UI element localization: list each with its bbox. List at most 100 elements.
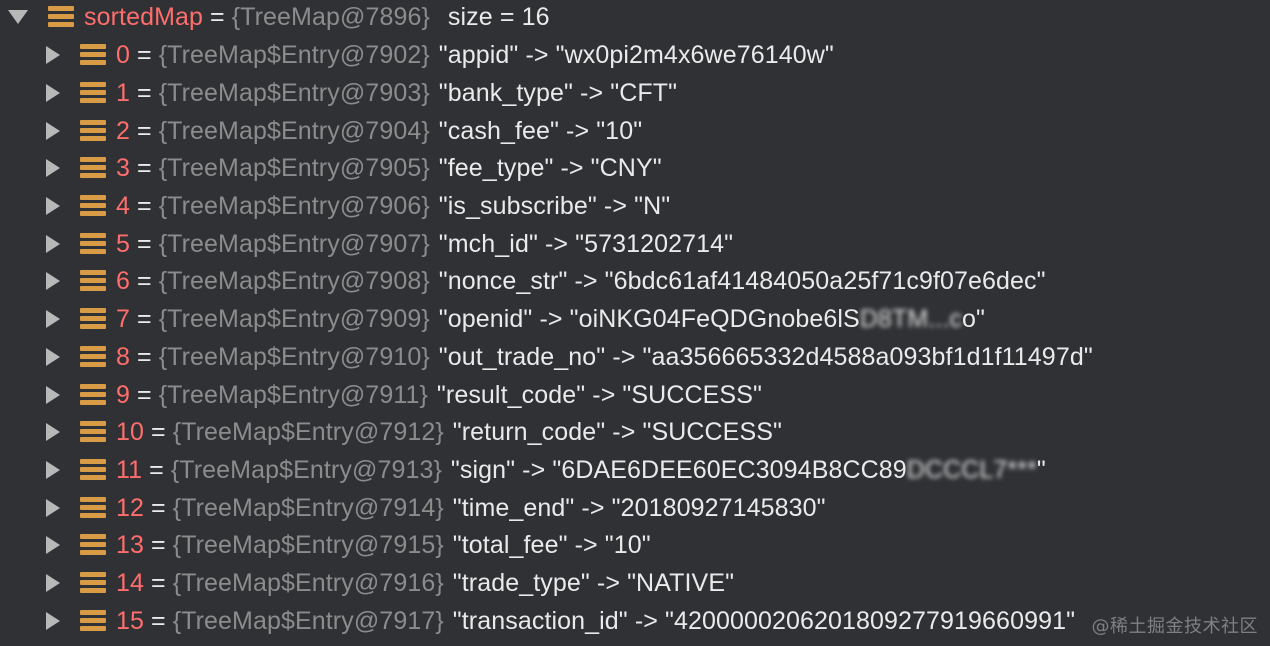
- field-stack-icon: [80, 610, 106, 632]
- blurred-value-segment: D8TM...c: [859, 304, 963, 333]
- tree-entry-row-6[interactable]: 6 = {TreeMap$Entry@7908} "nonce_str" -> …: [0, 262, 1046, 300]
- tree-entry-row-3[interactable]: 3 = {TreeMap$Entry@7905} "fee_type" -> "…: [0, 149, 662, 187]
- field-stack-icon: [80, 572, 106, 594]
- tree-entry-row-4[interactable]: 4 = {TreeMap$Entry@7906} "is_subscribe" …: [0, 187, 670, 225]
- field-stack-icon: [80, 44, 106, 66]
- entry-value: "result_code" -> "SUCCESS": [436, 380, 762, 409]
- field-stack-icon: [80, 497, 106, 519]
- equals-sign: =: [137, 78, 152, 107]
- field-stack-icon: [80, 82, 106, 104]
- triangle-right-icon[interactable]: [46, 159, 60, 177]
- triangle-right-icon[interactable]: [46, 423, 60, 441]
- entry-index: 8: [116, 342, 131, 371]
- triangle-right-icon[interactable]: [46, 461, 60, 479]
- equals-sign: =: [137, 40, 152, 69]
- entry-object-ref: {TreeMap$Entry@7914}: [172, 493, 444, 522]
- triangle-right-icon[interactable]: [46, 536, 60, 554]
- triangle-right-icon[interactable]: [46, 46, 60, 64]
- entry-object-ref: {TreeMap$Entry@7903}: [158, 78, 430, 107]
- entry-index: 6: [116, 266, 131, 295]
- equals-sign: =: [137, 342, 152, 371]
- entry-object-ref: {TreeMap$Entry@7910}: [158, 342, 430, 371]
- field-stack-icon: [80, 270, 106, 292]
- entry-index: 12: [116, 493, 145, 522]
- entry-index: 13: [116, 530, 145, 559]
- entry-index: 15: [116, 606, 145, 635]
- entry-value: "cash_fee" -> "10": [438, 116, 643, 145]
- triangle-right-icon[interactable]: [46, 499, 60, 517]
- tree-entry-row-9[interactable]: 9 = {TreeMap$Entry@7911} "result_code" -…: [0, 376, 762, 414]
- field-stack-icon: [48, 6, 74, 28]
- field-stack-icon: [80, 195, 106, 217]
- tree-entry-row-0[interactable]: 0 = {TreeMap$Entry@7902} "appid" -> "wx0…: [0, 36, 834, 74]
- entry-value: "bank_type" -> "CFT": [438, 78, 678, 107]
- equals-sign: =: [137, 191, 152, 220]
- entry-index: 5: [116, 229, 131, 258]
- tree-entry-row-1[interactable]: 1 = {TreeMap$Entry@7903} "bank_type" -> …: [0, 74, 677, 112]
- triangle-down-icon[interactable]: [8, 10, 28, 24]
- tree-root-row[interactable]: sortedMap = {TreeMap@7896} size = 16: [0, 0, 550, 36]
- triangle-right-icon[interactable]: [46, 84, 60, 102]
- triangle-right-icon[interactable]: [46, 348, 60, 366]
- root-object-type: {TreeMap@7896}: [231, 2, 430, 31]
- triangle-right-icon[interactable]: [46, 574, 60, 592]
- entry-value: "nonce_str" -> "6bdc61af41484050a25f71c9…: [438, 266, 1046, 295]
- equals-sign: =: [137, 380, 152, 409]
- entry-object-ref: {TreeMap$Entry@7902}: [158, 40, 430, 69]
- equals-sign: =: [137, 229, 152, 258]
- root-size: size = 16: [447, 2, 550, 31]
- tree-entry-row-12[interactable]: 12 = {TreeMap$Entry@7914} "time_end" -> …: [0, 489, 826, 527]
- entry-index: 7: [116, 304, 131, 333]
- entry-index: 3: [116, 153, 131, 182]
- entry-object-ref: {TreeMap$Entry@7917}: [172, 606, 444, 635]
- entry-value: "fee_type" -> "CNY": [438, 153, 662, 182]
- tree-entry-row-5[interactable]: 5 = {TreeMap$Entry@7907} "mch_id" -> "57…: [0, 225, 733, 263]
- equals-sign: =: [137, 153, 152, 182]
- entry-index: 4: [116, 191, 131, 220]
- entry-value: "time_end" -> "20180927145830": [452, 493, 826, 522]
- debugger-variables-panel: sortedMap = {TreeMap@7896} size = 16 0 =…: [0, 0, 1270, 646]
- tree-entry-row-2[interactable]: 2 = {TreeMap$Entry@7904} "cash_fee" -> "…: [0, 112, 642, 150]
- field-stack-icon: [80, 120, 106, 142]
- entry-value: "is_subscribe" -> "N": [438, 191, 671, 220]
- triangle-right-icon[interactable]: [46, 310, 60, 328]
- entry-index: 9: [116, 380, 131, 409]
- equals-sign: =: [137, 116, 152, 145]
- watermark-text: @稀土掘金技术社区: [1091, 616, 1258, 637]
- equals-sign: =: [149, 455, 164, 484]
- triangle-right-icon[interactable]: [46, 386, 60, 404]
- entry-value: "total_fee" -> "10": [452, 530, 651, 559]
- equals-sign: =: [151, 417, 166, 446]
- tree-entry-row-8[interactable]: 8 = {TreeMap$Entry@7910} "out_trade_no" …: [0, 338, 1093, 376]
- field-stack-icon: [80, 308, 106, 330]
- entry-object-ref: {TreeMap$Entry@7905}: [158, 153, 430, 182]
- triangle-right-icon[interactable]: [46, 612, 60, 630]
- entry-object-ref: {TreeMap$Entry@7916}: [172, 568, 444, 597]
- field-stack-icon: [80, 233, 106, 255]
- tree-entry-row-15[interactable]: 15 = {TreeMap$Entry@7917} "transaction_i…: [0, 602, 1075, 640]
- entry-value: "out_trade_no" -> "aa356665332d4588a093b…: [438, 342, 1093, 371]
- tree-entry-row-10[interactable]: 10 = {TreeMap$Entry@7912} "return_code" …: [0, 413, 782, 451]
- entry-value: "appid" -> "wx0pi2m4x6we76140w": [438, 40, 834, 69]
- entry-index: 11: [116, 455, 143, 484]
- entry-object-ref: {TreeMap$Entry@7907}: [158, 229, 430, 258]
- tree-entry-row-13[interactable]: 13 = {TreeMap$Entry@7915} "total_fee" ->…: [0, 526, 651, 564]
- triangle-right-icon[interactable]: [46, 122, 60, 140]
- entry-object-ref: {TreeMap$Entry@7908}: [158, 266, 430, 295]
- tree-entry-row-14[interactable]: 14 = {TreeMap$Entry@7916} "trade_type" -…: [0, 564, 734, 602]
- entry-object-ref: {TreeMap$Entry@7904}: [158, 116, 430, 145]
- blurred-value-segment: DCCCL7***: [906, 455, 1037, 484]
- entry-index: 0: [116, 40, 131, 69]
- field-stack-icon: [80, 421, 106, 443]
- equals-sign: =: [137, 266, 152, 295]
- entry-index: 1: [116, 78, 131, 107]
- entry-value-visible: "sign" -> "6DAE6DEE60EC3094B8CC89: [450, 455, 907, 484]
- triangle-right-icon[interactable]: [46, 235, 60, 253]
- tree-entry-row-7[interactable]: 7 = {TreeMap$Entry@7909} "openid" -> "oi…: [0, 300, 985, 338]
- tree-entry-row-11[interactable]: 11 = {TreeMap$Entry@7913} "sign" -> "6DA…: [0, 451, 1046, 489]
- equals-sign: =: [151, 493, 166, 522]
- triangle-right-icon[interactable]: [46, 197, 60, 215]
- root-variable-name: sortedMap: [84, 2, 204, 31]
- entry-value: "trade_type" -> "NATIVE": [452, 568, 735, 597]
- triangle-right-icon[interactable]: [46, 272, 60, 290]
